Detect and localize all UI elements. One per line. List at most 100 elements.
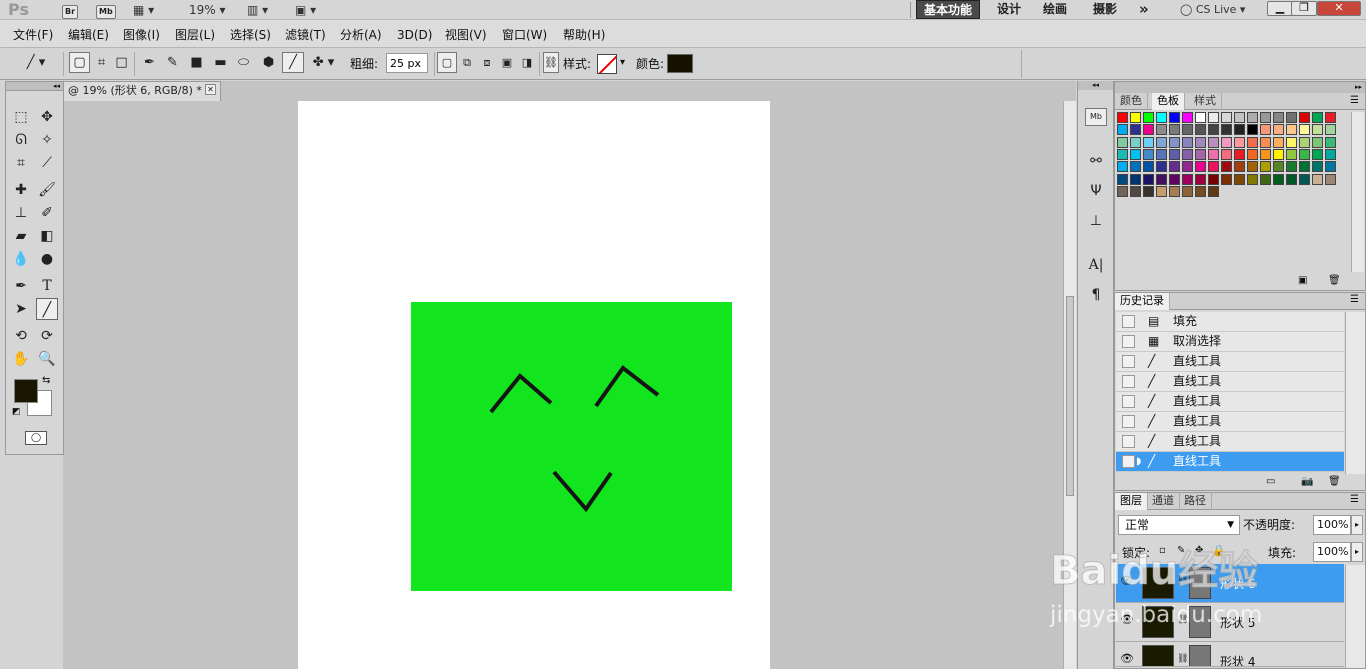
arrange-documents-button[interactable]: ▥ ▾ bbox=[247, 1, 268, 19]
color-swatch[interactable] bbox=[1195, 148, 1206, 160]
tab-swatches-1[interactable]: 色板 bbox=[1152, 93, 1185, 110]
color-swatch[interactable] bbox=[1208, 124, 1219, 136]
color-swatch[interactable] bbox=[1286, 124, 1297, 136]
color-swatch[interactable] bbox=[1143, 148, 1154, 160]
color-swatch[interactable] bbox=[1143, 161, 1154, 173]
brush-panel-icon[interactable]: Ψ bbox=[1085, 180, 1107, 202]
toolbox-collapse-icon[interactable]: ◂◂ bbox=[6, 82, 63, 91]
menu-item-1[interactable]: 编辑(E) bbox=[68, 27, 109, 43]
clone-source-panel-icon[interactable]: ⊥ bbox=[1085, 210, 1107, 232]
layer-visibility-icon[interactable]: 👁 bbox=[1120, 652, 1134, 665]
healing-brush-tool-icon[interactable]: ✚ bbox=[10, 179, 32, 201]
color-swatch[interactable] bbox=[1195, 185, 1206, 197]
minimize-button[interactable]: ▁ bbox=[1267, 1, 1293, 16]
color-swatch[interactable] bbox=[1247, 173, 1258, 185]
color-swatch[interactable] bbox=[1286, 173, 1297, 185]
color-swatch[interactable] bbox=[1273, 136, 1284, 148]
color-swatch[interactable] bbox=[1286, 112, 1297, 123]
color-swatch[interactable] bbox=[1143, 124, 1154, 136]
color-swatch[interactable] bbox=[1195, 112, 1206, 123]
color-swatch[interactable] bbox=[1195, 124, 1206, 136]
history-source-checkbox[interactable] bbox=[1122, 355, 1135, 368]
screen-mode-button[interactable]: ▣ ▾ bbox=[295, 1, 316, 19]
zoom-tool-icon[interactable]: 🔍 bbox=[36, 348, 58, 370]
color-swatch[interactable] bbox=[1234, 136, 1245, 148]
layer-visibility-icon[interactable]: 👁 bbox=[1120, 574, 1134, 587]
color-swatch[interactable] bbox=[1169, 173, 1180, 185]
close-button[interactable]: ✕ bbox=[1317, 1, 1361, 16]
move-tool-icon[interactable]: ✥ bbox=[36, 106, 58, 128]
fill-pixels-button[interactable]: □ bbox=[111, 52, 132, 73]
intersect-shape-button[interactable]: ▣ bbox=[497, 52, 517, 73]
history-panel-menu-icon[interactable]: ☰ bbox=[1350, 294, 1359, 305]
layer-link-icon[interactable]: ⛓ bbox=[1177, 576, 1188, 586]
menu-item-9[interactable]: 窗口(W) bbox=[502, 27, 547, 43]
color-swatch[interactable] bbox=[1260, 173, 1271, 185]
color-swatch[interactable] bbox=[1312, 112, 1323, 123]
color-swatch[interactable] bbox=[1234, 161, 1245, 173]
color-swatch[interactable] bbox=[1117, 161, 1128, 173]
color-swatch[interactable] bbox=[1208, 161, 1219, 173]
layer-row[interactable]: 👁 ⛓ 形状 4 bbox=[1116, 642, 1344, 667]
hand-tool-icon[interactable]: ✋ bbox=[10, 348, 32, 370]
color-swatch[interactable] bbox=[1325, 161, 1336, 173]
shape-color-swatch[interactable] bbox=[667, 54, 693, 73]
color-swatch[interactable] bbox=[1234, 124, 1245, 136]
color-swatch[interactable] bbox=[1234, 112, 1245, 123]
color-swatch[interactable] bbox=[1273, 173, 1284, 185]
history-scrollbar[interactable] bbox=[1345, 312, 1365, 474]
color-swatch[interactable] bbox=[1247, 161, 1258, 173]
color-swatch[interactable] bbox=[1156, 161, 1167, 173]
color-swatch[interactable] bbox=[1130, 136, 1141, 148]
color-swatch[interactable] bbox=[1117, 124, 1128, 136]
color-swatch[interactable] bbox=[1169, 124, 1180, 136]
new-swatch-icon[interactable]: ▣ bbox=[1298, 275, 1307, 286]
opacity-input[interactable]: 100% bbox=[1313, 515, 1351, 535]
freeform-pen-button[interactable]: ✎ bbox=[162, 52, 183, 73]
color-swatch[interactable] bbox=[1325, 124, 1336, 136]
workspace-1[interactable]: 设计 bbox=[990, 0, 1028, 19]
color-swatch[interactable] bbox=[1143, 112, 1154, 123]
color-swatch[interactable] bbox=[1117, 185, 1128, 197]
color-swatch[interactable] bbox=[1273, 112, 1284, 123]
lock-position-icon[interactable]: ✥ bbox=[1195, 545, 1203, 556]
color-swatch[interactable] bbox=[1260, 124, 1271, 136]
color-swatch[interactable] bbox=[1117, 148, 1128, 160]
pen-tool-icon[interactable]: ✒ bbox=[10, 275, 32, 297]
layer-row[interactable]: 👁 ⛓ 形状 5 bbox=[1116, 603, 1344, 642]
color-swatch[interactable] bbox=[1195, 136, 1206, 148]
tool-preset-picker[interactable]: ╱ ▾ bbox=[18, 52, 54, 73]
brush-presets-panel-icon[interactable]: ⚯ bbox=[1085, 150, 1107, 172]
polygon-tool-button[interactable]: ⬢ bbox=[258, 52, 279, 73]
color-swatch[interactable] bbox=[1286, 148, 1297, 160]
color-swatch[interactable] bbox=[1273, 161, 1284, 173]
color-swatch[interactable] bbox=[1182, 173, 1193, 185]
history-brush-tool-icon[interactable]: ✐ bbox=[36, 202, 58, 224]
color-swatch[interactable] bbox=[1182, 185, 1193, 197]
ellipse-tool-button[interactable]: ⬭ bbox=[233, 52, 254, 73]
dock-expand-icon[interactable]: ◂◂ bbox=[1078, 81, 1113, 90]
menu-item-7[interactable]: 3D(D) bbox=[397, 27, 432, 43]
close-document-icon[interactable]: ✕ bbox=[205, 84, 216, 95]
color-swatch[interactable] bbox=[1130, 124, 1141, 136]
lock-transparency-icon[interactable]: ▫ bbox=[1159, 545, 1166, 556]
color-swatch[interactable] bbox=[1195, 173, 1206, 185]
cs-live-button[interactable]: ◯ CS Live ▾ bbox=[1180, 1, 1245, 19]
color-swatch[interactable] bbox=[1182, 148, 1193, 160]
tab-layers-2[interactable]: 路径 bbox=[1179, 493, 1212, 510]
menu-item-5[interactable]: 滤镜(T) bbox=[285, 27, 326, 43]
color-swatch[interactable] bbox=[1286, 136, 1297, 148]
blur-tool-icon[interactable]: 💧 bbox=[10, 248, 32, 270]
workspace-3[interactable]: 摄影 bbox=[1086, 0, 1124, 19]
new-snapshot-icon[interactable]: 📷 bbox=[1301, 476, 1313, 487]
shape-layers-button[interactable]: ▢ bbox=[69, 52, 90, 73]
history-state[interactable]: ◗ ╱ 直线工具 bbox=[1116, 452, 1344, 472]
color-swatch[interactable] bbox=[1221, 173, 1232, 185]
custom-shape-tool-button[interactable]: ✤ ▾ bbox=[306, 52, 341, 73]
color-swatch[interactable] bbox=[1260, 136, 1271, 148]
color-swatch[interactable] bbox=[1156, 112, 1167, 123]
color-swatch[interactable] bbox=[1169, 161, 1180, 173]
color-swatch[interactable] bbox=[1169, 148, 1180, 160]
mini-bridge-button[interactable]: Mb bbox=[96, 1, 116, 19]
color-swatch[interactable] bbox=[1130, 161, 1141, 173]
